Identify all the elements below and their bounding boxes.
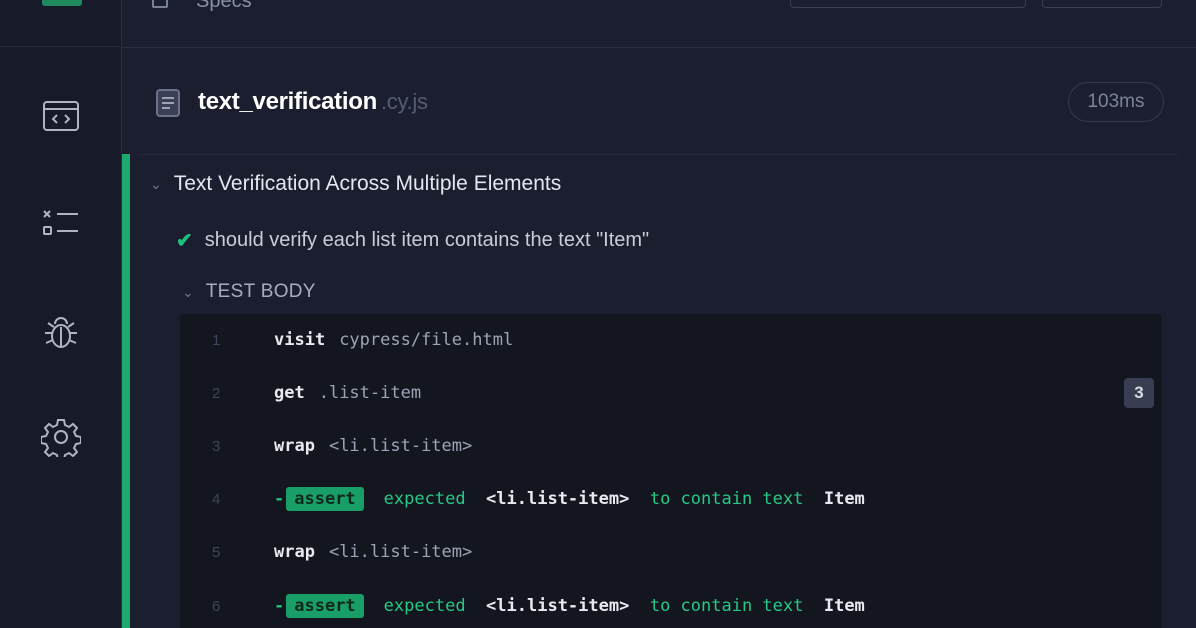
duration-badge: 103ms	[1068, 82, 1164, 122]
assert-subject: <li.list-item>	[486, 596, 630, 616]
command-name: wrap	[274, 436, 315, 456]
suite-row[interactable]: ⌄ Text Verification Across Multiple Elem…	[150, 166, 561, 202]
spec-header[interactable]: text_verification .cy.js 103ms	[122, 72, 1196, 132]
child-command-dash: -	[274, 489, 285, 509]
command-message: .list-item	[318, 383, 422, 403]
specs-icon	[152, 0, 168, 8]
assert-message: expected <li.list-item> to contain text …	[384, 489, 865, 509]
assert-mid: to contain text	[649, 596, 804, 616]
check-icon: ✔	[176, 229, 193, 252]
assert-pill: assert	[286, 487, 364, 511]
assert-pre: expected	[383, 596, 466, 616]
controls-button[interactable]	[1042, 0, 1162, 8]
command-message: <li.list-item>	[328, 542, 473, 562]
command-row[interactable]: 4 - assert expected <li.list-item> to co…	[180, 473, 1162, 525]
child-command-dash: -	[274, 596, 285, 616]
sidebar-item-runs[interactable]	[38, 202, 84, 248]
chevron-down-icon: ⌄	[150, 175, 162, 192]
bug-icon	[45, 317, 77, 348]
test-list-icon	[43, 210, 78, 235]
test-row[interactable]: ✔ should verify each list item contains …	[176, 222, 649, 258]
code-window-icon	[43, 101, 79, 131]
cypress-runner: Specs text_verification .cy.js 103ms ⌄ Te…	[0, 0, 1196, 628]
sidebar-item-debug[interactable]	[38, 310, 84, 356]
test-body-label: TEST BODY	[205, 281, 316, 302]
header-divider	[138, 154, 1178, 155]
command-name: visit	[274, 330, 326, 350]
command-message: <li.list-item>	[328, 436, 473, 456]
reporter-topbar: Specs	[122, 0, 1196, 48]
suite-title: Text Verification Across Multiple Elemen…	[173, 172, 562, 195]
spec-name: text_verification	[198, 88, 377, 115]
assert-message: expected <li.list-item> to contain text …	[384, 596, 865, 616]
sidebar	[0, 0, 122, 628]
specs-label[interactable]: Specs	[196, 0, 252, 13]
assert-subject: <li.list-item>	[486, 489, 630, 509]
sidebar-divider	[0, 46, 122, 47]
command-row[interactable]: 1 visit cypress/file.html	[180, 314, 1162, 366]
spec-title: text_verification .cy.js	[198, 88, 428, 116]
command-number: 4	[212, 490, 221, 508]
command-row[interactable]: 3 wrap <li.list-item>	[180, 420, 1162, 472]
command-name: wrap	[274, 542, 315, 562]
command-number: 1	[212, 331, 221, 349]
chevron-down-icon: ⌄	[182, 283, 194, 300]
command-number: 6	[212, 597, 221, 615]
command-log: 1 visit cypress/file.html 2 get .list-it…	[180, 314, 1162, 628]
test-body-toggle[interactable]: ⌄ TEST BODY	[182, 276, 316, 308]
command-number: 2	[212, 384, 221, 402]
assert-pill: assert	[286, 594, 364, 618]
command-number: 3	[212, 437, 221, 455]
reporter-panel: Specs text_verification .cy.js 103ms ⌄ Te…	[122, 0, 1196, 628]
assert-mid: to contain text	[649, 489, 804, 509]
pass-status-bar	[122, 154, 130, 628]
cypress-logo[interactable]	[42, 0, 82, 6]
assert-pre: expected	[383, 489, 466, 509]
sidebar-item-specs[interactable]	[38, 94, 84, 140]
gear-icon	[41, 419, 81, 457]
command-message: cypress/file.html	[339, 330, 514, 350]
test-title: should verify each list item contains th…	[204, 228, 650, 251]
command-row[interactable]: 5 wrap <li.list-item>	[180, 526, 1162, 578]
assert-value: Item	[823, 596, 865, 616]
command-name: get	[274, 383, 305, 403]
command-row[interactable]: 2 get .list-item 3	[180, 367, 1162, 419]
command-number: 5	[212, 543, 221, 561]
element-count-badge: 3	[1124, 378, 1154, 408]
command-row[interactable]: 6 - assert expected <li.list-item> to co…	[180, 580, 1162, 628]
spec-extension: .cy.js	[380, 89, 428, 114]
stats-button[interactable]	[790, 0, 1026, 8]
document-icon	[154, 88, 182, 118]
assert-value: Item	[823, 489, 865, 509]
sidebar-item-settings[interactable]	[38, 414, 84, 460]
